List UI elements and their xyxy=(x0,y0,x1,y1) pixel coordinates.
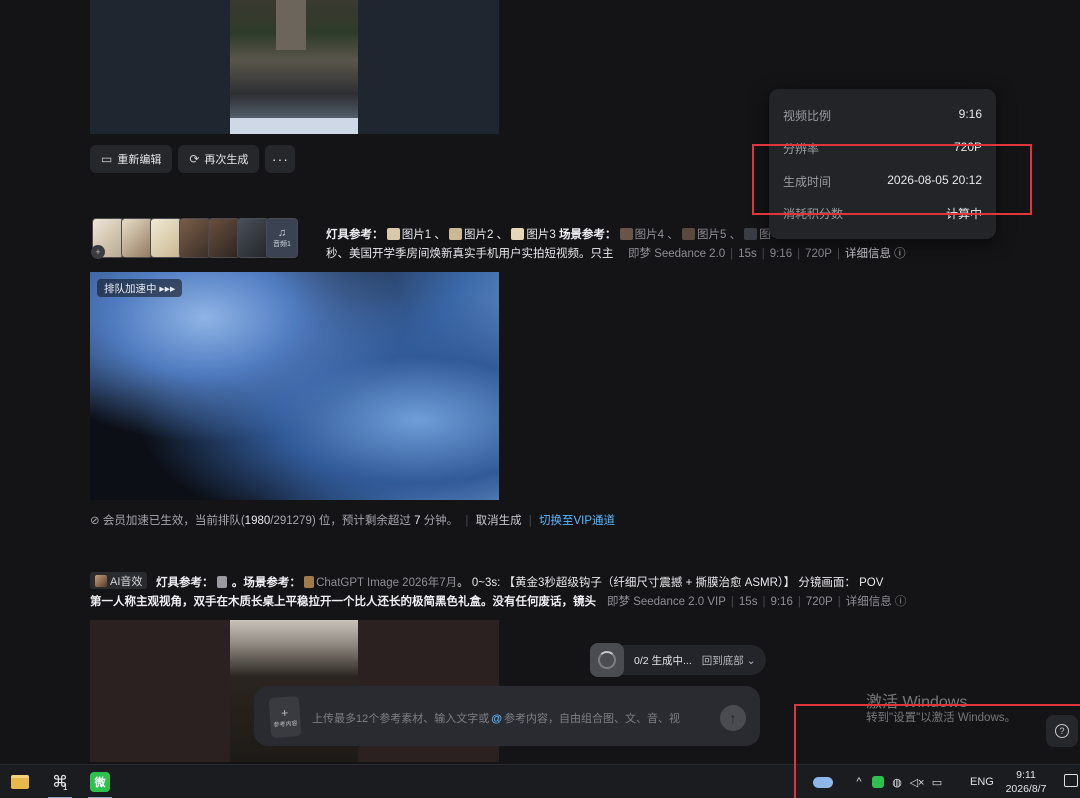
reference-image-2[interactable] xyxy=(121,218,153,258)
upload-reference-button[interactable]: + 参考内容 xyxy=(268,696,302,738)
refresh-icon: ⟳ xyxy=(189,152,200,166)
info-icon: ⓘ xyxy=(894,596,907,608)
arrow-up-icon: ↑ xyxy=(729,710,737,726)
music-note-icon: ♫ xyxy=(277,227,287,239)
highlight-box-time xyxy=(752,144,1032,215)
folder-icon xyxy=(11,775,29,789)
image-ref-icon xyxy=(449,228,463,240)
wechat-button[interactable]: 微 xyxy=(83,765,117,798)
re-edit-button[interactable]: ▭ 重新编辑 xyxy=(90,145,173,173)
app-badge: 1 xyxy=(63,783,68,792)
image-ref-icon xyxy=(304,576,315,588)
queue-tag: 排队加速中 ▸▸▸ xyxy=(97,279,183,297)
card2-prompt-line2[interactable]: 秒、美国开学季房间焕新真实手机用户实拍短视频。只主 xyxy=(326,245,614,261)
reference-image-5[interactable] xyxy=(208,218,240,258)
switch-vip-channel-link[interactable]: 切换至VIP通道 xyxy=(539,515,615,527)
card3-meta: 即梦 Seedance 2.0 VIP | 15s | 9:16 | 720P | 详细信息 ⓘ xyxy=(607,596,907,608)
scroll-to-bottom-button[interactable]: 回到底部 ⌄ xyxy=(702,653,756,668)
reference-thumbnails[interactable]: ♫ 音频1 xyxy=(92,218,298,260)
popover-row-ratio: 视频比例 9:16 xyxy=(783,107,982,123)
details-link[interactable]: 详细信息 ⓘ xyxy=(845,248,906,260)
video-thumbnail-2[interactable] xyxy=(90,272,499,500)
prompt-input-box[interactable]: + 参考内容 上传最多12个参考素材、输入文字或 @ 参考内容，自由组合图、文、音、… xyxy=(254,686,760,746)
fingerprint-app-button[interactable]: ⌘ 1 xyxy=(43,765,77,798)
details-link[interactable]: 详细信息 ⓘ xyxy=(846,596,907,608)
image-ref-icon xyxy=(744,228,758,240)
image-ref-icon xyxy=(681,228,695,240)
double-chevron-down-icon: ⌄ xyxy=(746,654,756,667)
reference-image-3[interactable] xyxy=(150,218,182,258)
reference-image-6[interactable] xyxy=(237,218,269,258)
check-circle-icon: ⊘ xyxy=(90,515,100,527)
ai-sound-effect-chip[interactable]: AI音效 xyxy=(90,572,148,589)
loading-spinner-icon xyxy=(590,643,624,677)
info-icon: ⓘ xyxy=(894,248,906,260)
file-explorer-button[interactable] xyxy=(3,765,37,798)
edit-icon: ▭ xyxy=(101,152,113,166)
more-button[interactable]: ··· xyxy=(265,145,296,173)
thumbnail-count-badge: + xyxy=(91,245,105,259)
card3-prompt-line2[interactable]: 第一人称主观视角，双手在木质长桌上平稳拉开一个比人还长的极简黑色礼盒。没有任何废… xyxy=(90,593,596,609)
regenerate-button[interactable]: ⟳ 再次生成 xyxy=(178,145,260,173)
image-ref-icon xyxy=(216,576,227,588)
prompt-input[interactable]: 上传最多12个参考素材、输入文字或 @ 参考内容，自由组合图、文、音、视 xyxy=(312,710,680,726)
ai-sound-avatar-icon xyxy=(95,574,107,587)
card2-prompt-line1[interactable]: 灯具参考： 图片1 、 图片2 、 图片3 场景参考： 图片4 、 图片5 、 … xyxy=(326,226,771,242)
send-button[interactable]: ↑ xyxy=(720,705,746,731)
reference-image-4[interactable] xyxy=(179,218,211,258)
image-ref-icon xyxy=(619,228,633,240)
image-ref-icon xyxy=(511,228,525,240)
wechat-icon: 微 xyxy=(90,772,110,792)
card1-actions: ▭ 重新编辑 ⟳ 再次生成 ··· xyxy=(90,145,296,173)
generating-status-pill[interactable]: 0/2 生成中... 回到底部 ⌄ xyxy=(590,643,766,677)
plus-icon: + xyxy=(280,705,289,720)
queue-status: ⊘ 会员加速已生效，当前排队(1980/291279) 位，预计剩余超过 7 分… xyxy=(90,515,616,527)
video-thumbnail-1[interactable] xyxy=(90,0,499,134)
card3-prompt-line1[interactable]: 灯具参考： 。场景参考： ChatGPT Image 2026年7月。 0~3s… xyxy=(156,574,883,590)
card2-meta: 即梦 Seedance 2.0 | 15s | 9:16 | 720P | 详细信息 ⓘ xyxy=(628,248,906,260)
cancel-generation-button[interactable]: 取消生成 xyxy=(476,515,522,527)
highlight-box-tray xyxy=(794,704,1080,798)
image-ref-icon xyxy=(386,228,400,240)
reference-audio-1[interactable]: ♫ 音频1 xyxy=(266,218,298,258)
